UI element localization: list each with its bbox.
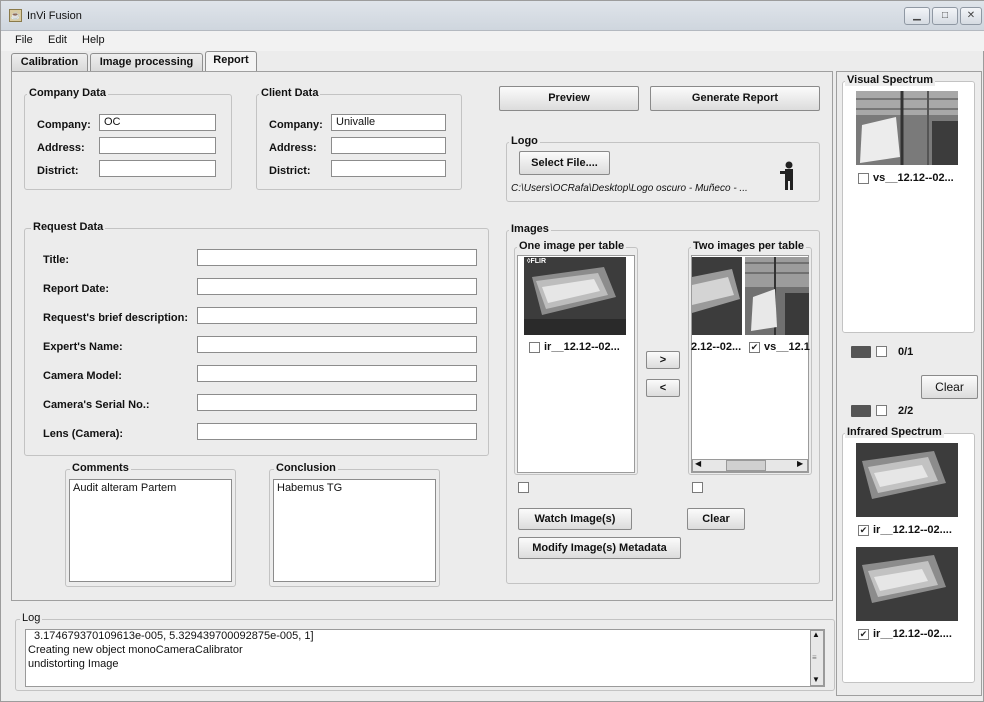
- client-address-field[interactable]: [331, 137, 446, 154]
- preview-button[interactable]: Preview: [499, 86, 639, 111]
- select-file-button[interactable]: Select File....: [519, 151, 610, 175]
- visual-counter: 0/1: [898, 346, 914, 358]
- tab-report[interactable]: Report: [205, 51, 257, 71]
- maximize-button[interactable]: □: [932, 7, 958, 25]
- camera-serial-field[interactable]: [197, 394, 477, 411]
- images-title: Images: [509, 223, 551, 235]
- vs-pair-checkbox[interactable]: ✔: [749, 342, 760, 353]
- comments-title: Comments: [70, 462, 131, 474]
- request-title-label: Title:: [43, 254, 70, 266]
- images-clear-button[interactable]: Clear: [687, 508, 745, 530]
- log-line-2: Creating new object monoCameraCalibrator: [28, 644, 243, 656]
- minimize-button[interactable]: ▁: [904, 7, 930, 25]
- ir-item-1-label: ir__12.12--02....: [873, 524, 952, 536]
- client-district-label: District:: [269, 165, 311, 177]
- lens-field[interactable]: [197, 423, 477, 440]
- move-right-button[interactable]: >: [646, 351, 680, 369]
- district-field[interactable]: [99, 160, 216, 177]
- visual-spectrum-title: Visual Spectrum: [845, 74, 935, 86]
- folder-icon[interactable]: [851, 405, 871, 417]
- ir-item-2-label: ir__12.12--02....: [873, 628, 952, 640]
- infrared-spectrum-title: Infrared Spectrum: [845, 426, 944, 438]
- scroll-left-icon[interactable]: ◀: [695, 459, 701, 468]
- tab-image-processing[interactable]: Image processing: [90, 53, 203, 71]
- ir-thumbnail-2[interactable]: [856, 547, 958, 621]
- comments-textarea[interactable]: Audit alteram Partem: [69, 479, 232, 582]
- log-scroll-thumb-icon[interactable]: ≡: [812, 653, 817, 662]
- one-image-per-table-title: One image per table: [517, 240, 627, 252]
- title-bar: [1, 1, 984, 31]
- district-label: District:: [37, 165, 79, 177]
- camera-model-label: Camera Model:: [43, 370, 122, 382]
- conclusion-textarea[interactable]: Habemus TG: [273, 479, 436, 582]
- vs-pair-label: vs__12.1: [764, 341, 810, 353]
- log-title: Log: [20, 612, 43, 624]
- ir-thumbnail-1[interactable]: [856, 443, 958, 517]
- watch-images-button[interactable]: Watch Image(s): [518, 508, 632, 530]
- company-label: Company:: [37, 119, 91, 131]
- camera-model-field[interactable]: [197, 365, 477, 382]
- client-data-title: Client Data: [259, 87, 321, 99]
- ir-item-2-checkbox[interactable]: ✔: [858, 629, 869, 640]
- vs-item-label: vs__12.12--02...: [873, 172, 954, 184]
- move-left-button[interactable]: <: [646, 379, 680, 397]
- company-data-title: Company Data: [27, 87, 109, 99]
- log-line-1: 3.174679370109613e-005, 5.32943970009287…: [34, 630, 314, 642]
- request-description-field[interactable]: [197, 307, 477, 324]
- ir-item-checkbox[interactable]: [529, 342, 540, 353]
- ir-pair-label: 2.12--02...: [691, 341, 742, 353]
- menu-file[interactable]: File: [15, 34, 33, 46]
- camera-serial-label: Camera's Serial No.:: [43, 399, 150, 411]
- two-images-select-all-checkbox[interactable]: [692, 482, 703, 493]
- request-description-label: Request's brief description:: [43, 312, 189, 324]
- address-field[interactable]: [99, 137, 216, 154]
- client-company-label: Company:: [269, 119, 323, 131]
- visual-select-all-checkbox[interactable]: [876, 346, 887, 357]
- expert-name-field[interactable]: [197, 336, 477, 353]
- ir-thumbnail-pair[interactable]: [692, 257, 742, 335]
- address-label: Address:: [37, 142, 85, 154]
- two-images-per-table-title: Two images per table: [691, 240, 807, 252]
- company-field[interactable]: OC: [99, 114, 216, 131]
- conclusion-title: Conclusion: [274, 462, 338, 474]
- vs-thumbnail-pair[interactable]: [745, 257, 809, 335]
- client-address-label: Address:: [269, 142, 317, 154]
- right-clear-button[interactable]: Clear: [921, 375, 978, 399]
- close-button[interactable]: ✕: [960, 7, 982, 25]
- flir-mark: ◊FLIR: [527, 258, 547, 265]
- ir-item-1-checkbox[interactable]: ✔: [858, 525, 869, 536]
- request-data-title: Request Data: [31, 221, 106, 233]
- log-scroll-down-icon[interactable]: ▼: [812, 675, 820, 684]
- log-scroll-up-icon[interactable]: ▲: [812, 630, 820, 639]
- report-date-label: Report Date:: [43, 283, 110, 295]
- vs-thumbnail[interactable]: [856, 91, 958, 165]
- infrared-select-all-checkbox[interactable]: [876, 405, 887, 416]
- menu-bar: [1, 31, 984, 51]
- tab-calibration[interactable]: Calibration: [11, 53, 88, 71]
- window-title: InVi Fusion: [27, 10, 82, 22]
- report-date-field[interactable]: [197, 278, 477, 295]
- logo-title: Logo: [509, 135, 540, 147]
- ir-thumbnail[interactable]: ◊FLIR: [524, 257, 626, 335]
- folder-icon[interactable]: [851, 346, 871, 358]
- menu-help[interactable]: Help: [82, 34, 105, 46]
- log-line-3: undistorting Image: [28, 658, 119, 670]
- logo-doll-icon: [780, 161, 793, 190]
- lens-label: Lens (Camera):: [43, 428, 124, 440]
- logo-path: C:\Users\OCRafa\Desktop\Logo oscuro - Mu…: [511, 183, 748, 194]
- menu-edit[interactable]: Edit: [48, 34, 67, 46]
- ir-item-label: ir__12.12--02...: [544, 341, 620, 353]
- request-title-field[interactable]: [197, 249, 477, 266]
- expert-name-label: Expert's Name:: [43, 341, 123, 353]
- modify-metadata-button[interactable]: Modify Image(s) Metadata: [518, 537, 681, 559]
- client-company-field[interactable]: Univalle: [331, 114, 446, 131]
- client-district-field[interactable]: [331, 160, 446, 177]
- infrared-counter: 2/2: [898, 405, 914, 417]
- vs-item-checkbox[interactable]: [858, 173, 869, 184]
- generate-report-button[interactable]: Generate Report: [650, 86, 820, 111]
- one-image-select-all-checkbox[interactable]: [518, 482, 529, 493]
- scroll-thumb[interactable]: [726, 460, 766, 471]
- java-cup-icon: ☕: [9, 9, 22, 22]
- scroll-right-icon[interactable]: ▶: [797, 459, 803, 468]
